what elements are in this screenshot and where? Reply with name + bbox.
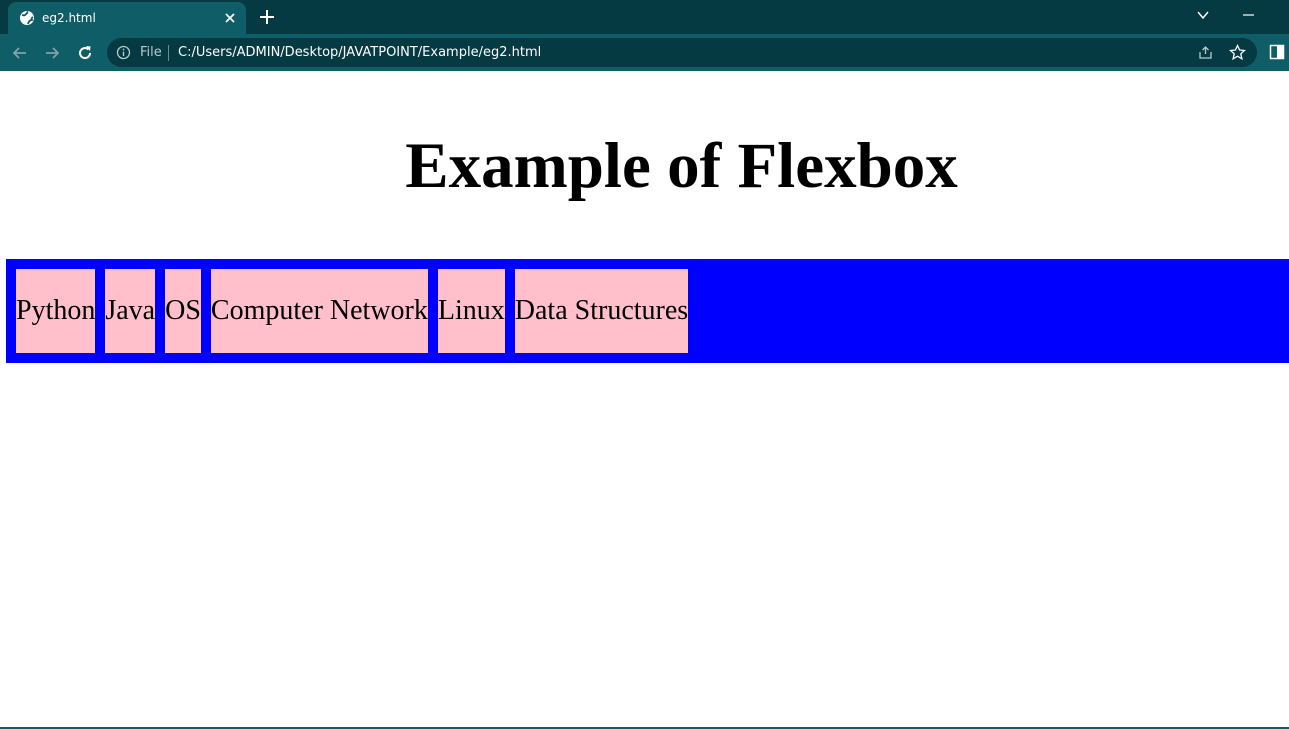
minimize-icon[interactable]	[1240, 8, 1258, 22]
omnibox-divider	[168, 45, 169, 61]
file-chip: File	[140, 45, 162, 60]
flex-item-computer-network: Computer Network	[210, 269, 428, 353]
new-tab-icon[interactable]	[258, 8, 276, 26]
close-icon[interactable]	[223, 11, 237, 25]
chevron-down-icon[interactable]	[1196, 8, 1210, 22]
side-panel-icon[interactable]	[1269, 44, 1285, 60]
globe-icon	[20, 11, 34, 25]
flex-item-python: Python	[16, 269, 96, 353]
flex-item-linux: Linux	[437, 269, 505, 353]
flex-item-data-structures: Data Structures	[514, 269, 689, 353]
back-arrow-icon[interactable]	[10, 43, 30, 63]
tab-title: eg2.html	[42, 11, 96, 25]
forward-arrow-icon[interactable]	[42, 43, 62, 63]
url-text[interactable]: C:/Users/ADMIN/Desktop/JAVATPOINT/Exampl…	[178, 45, 541, 60]
bookmark-star-icon[interactable]	[1229, 44, 1246, 61]
flex-item-java: Java	[105, 269, 156, 353]
info-icon[interactable]	[116, 45, 131, 60]
share-icon[interactable]	[1197, 44, 1214, 61]
flex-item-os: OS	[165, 269, 201, 353]
tab-strip: eg2.html	[0, 0, 1289, 34]
page-heading: Example of Flexbox	[405, 130, 958, 202]
flex-container: Python Java OS Computer Network Linux Da…	[6, 259, 1289, 363]
reload-icon[interactable]	[75, 43, 95, 63]
browser-tab[interactable]: eg2.html	[8, 2, 246, 34]
browser-toolbar: File C:/Users/ADMIN/Desktop/JAVATPOINT/E…	[0, 34, 1289, 71]
address-bar[interactable]: File C:/Users/ADMIN/Desktop/JAVATPOINT/E…	[107, 38, 1257, 67]
